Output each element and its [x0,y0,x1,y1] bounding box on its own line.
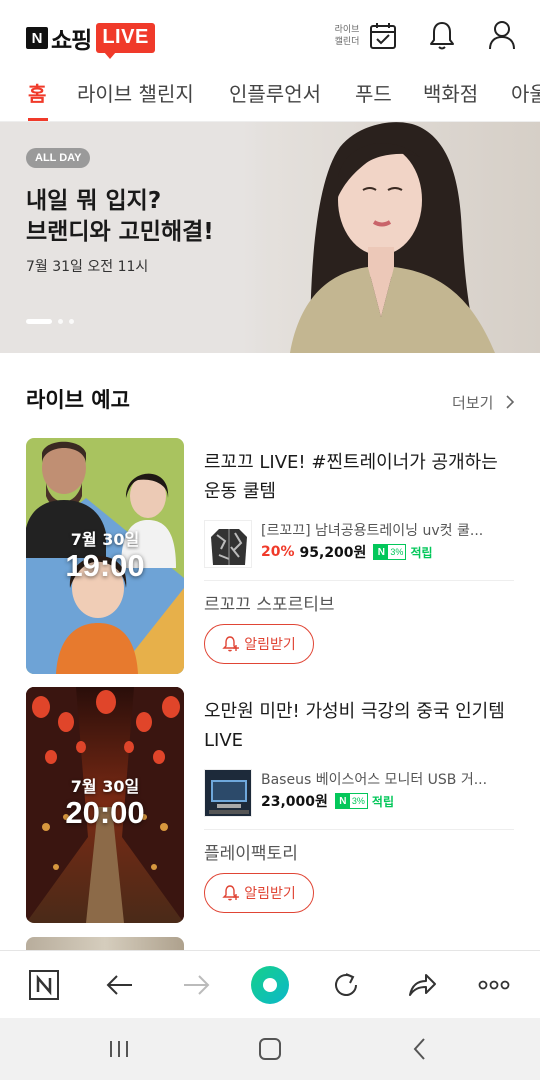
bell-icon[interactable] [426,18,458,52]
carousel-dot [58,319,63,324]
live-date: 7월 30일 [70,777,140,796]
tab-influencer[interactable]: 인플루언서 [229,78,321,107]
tab-live-challenge[interactable]: 라이브 챌린지 [77,78,194,107]
live-thumbnail[interactable]: 7월 30일 20:00 [26,687,184,923]
npay-percent: 3% [351,796,365,806]
calendar-label-line1: 라이브 [334,25,360,35]
more-link[interactable]: 더보기 [452,392,493,413]
all-day-badge: ALL DAY [26,148,91,168]
live-title[interactable]: 오만원 미만! 가성비 극강의 중국 인기템 LIVE [204,697,514,755]
more-dots-icon[interactable] [478,969,510,1001]
price-row: 20% 95,200원 N 3% 적립 [261,542,433,562]
calendar-check-icon[interactable] [368,20,398,52]
refresh-icon[interactable] [330,969,362,1001]
share-icon[interactable] [406,969,438,1001]
price: 95,200원 [299,545,367,561]
naver-n-icon[interactable] [28,969,60,1001]
product-monitor-image [205,770,251,816]
category-tabs: 홈 라이브 챌린지 인플루언서 푸드 백화점 아울 [0,72,540,122]
carousel-indicator [26,319,80,324]
banner-title: 내일 뭐 입지? 브랜디와 고민해결! [26,186,286,248]
header: N 쇼핑 LIVE 라이브 캘린더 [0,0,540,72]
divider [204,580,514,581]
system-navigation-bar [0,1018,540,1080]
live-calendar-label[interactable]: 라이브 캘린더 [330,24,364,48]
npay-n-icon: N [335,794,350,808]
arrow-left-icon[interactable] [104,969,136,1001]
live-time: 19:00 [65,548,145,583]
live-date: 7월 30일 [70,530,140,549]
back-icon[interactable] [406,1036,434,1062]
tab-department-store[interactable]: 백화점 [423,78,478,107]
divider [204,829,514,830]
notify-button[interactable]: 알림받기 [204,873,314,913]
npay-points-badge: N 3% [373,544,407,560]
price-row: 23,000원 N 3% 적립 [261,791,394,811]
banner-model-image [270,122,540,353]
notify-button[interactable]: 알림받기 [204,624,314,664]
user-icon[interactable] [486,18,518,52]
notify-button-label: 알림받기 [244,886,296,902]
carousel-dot-active [26,319,52,324]
active-tab-indicator [28,118,48,121]
live-preview-card[interactable]: 7월 30일 19:00 르꼬끄 LIVE! #찐트레이너가 공개하는 운동 쿨… [26,438,514,674]
discount-rate: 20% [261,544,295,560]
earn-label: 적립 [410,545,433,560]
live-thumbnail[interactable]: 7월 30일 19:00 [26,438,184,674]
banner-date: 7월 31일 오전 11시 [26,259,149,275]
logo-n-mark: N [26,27,48,49]
bell-plus-icon [222,636,240,652]
product-name[interactable]: Baseus 베이스어스 모니터 USB 거... [261,769,514,789]
section-title-live-preview: 라이브 예고 [26,388,130,412]
product-thumbnail[interactable] [204,769,252,817]
price: 23,000원 [261,794,328,810]
home-icon[interactable] [256,1036,284,1062]
live-time: 20:00 [65,795,145,830]
logo-live-badge: LIVE [96,23,155,59]
earn-label: 적립 [371,794,395,809]
next-card-thumbnail-peek[interactable] [26,937,184,951]
product-jacket-image [205,521,251,567]
seller-name[interactable]: 르꼬끄 스포르티브 [204,590,335,615]
npay-points-badge: N 3% [334,793,368,809]
live-title[interactable]: 르꼬끄 LIVE! #찐트레이너가 공개하는 운동 쿨템 [204,448,514,506]
green-circle-icon[interactable] [250,965,290,1005]
browser-toolbar [0,950,540,1018]
npay-percent: 3% [390,547,404,557]
banner-title-line2: 브랜디와 고민해결! [26,219,214,245]
chevron-right-icon[interactable] [504,394,516,410]
tab-outlet[interactable]: 아울 [511,78,540,107]
seller-name[interactable]: 플레이팩토리 [204,839,298,864]
product-thumbnail[interactable] [204,520,252,568]
arrow-right-icon[interactable] [180,969,212,1001]
product-name[interactable]: [르꼬끄] 남녀공용트레이닝 uv컷 쿨... [261,520,514,540]
recent-apps-icon[interactable] [105,1036,133,1062]
logo-text: 쇼핑 [51,28,92,54]
carousel-dot [69,319,74,324]
npay-n-icon: N [374,545,389,559]
hero-banner[interactable]: ALL DAY 내일 뭐 입지? 브랜디와 고민해결! 7월 31일 오전 11… [0,122,540,353]
notify-button-label: 알림받기 [244,637,296,653]
banner-title-line1: 내일 뭐 입지? [26,188,162,214]
calendar-label-line2: 캘린더 [334,37,360,47]
live-preview-card[interactable]: 7월 30일 20:00 오만원 미만! 가성비 극강의 중국 인기템 LIVE… [26,687,514,923]
tab-home[interactable]: 홈 [28,78,46,107]
naver-shopping-live-logo[interactable]: N 쇼핑 LIVE [26,20,155,59]
tab-food[interactable]: 푸드 [355,78,392,107]
bell-plus-icon [222,885,240,901]
